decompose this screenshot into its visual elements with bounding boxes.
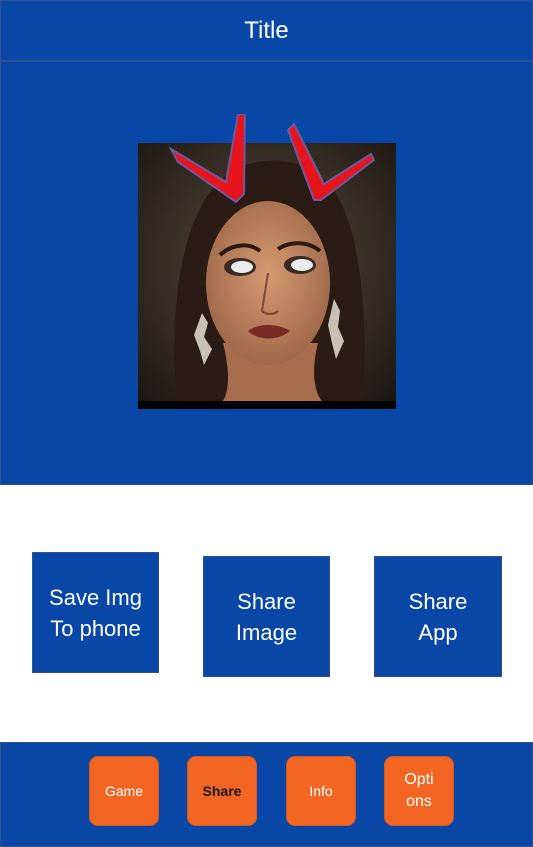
nav-info-label: Info: [309, 783, 333, 799]
page-title: Title: [244, 16, 289, 44]
bottom-nav: Game Share Info Opti ons: [0, 742, 533, 847]
share-app-label: Share App: [408, 588, 468, 645]
nav-info-button[interactable]: Info: [287, 757, 355, 825]
nav-share-button[interactable]: Share: [188, 757, 256, 825]
image-canvas: [0, 61, 533, 485]
devil-horns-sticker[interactable]: [166, 114, 386, 209]
app-header: Title: [0, 0, 533, 61]
share-image-label: Share Image: [235, 588, 298, 645]
nav-options-label: Opti ons: [404, 771, 434, 810]
save-image-button[interactable]: Save Img To phone: [32, 552, 159, 673]
nav-share-label: Share: [202, 783, 242, 799]
nav-options-button[interactable]: Opti ons: [385, 757, 453, 825]
share-image-button[interactable]: Share Image: [203, 556, 330, 677]
save-image-label: Save Img To phone: [49, 584, 142, 641]
nav-game-label: Game: [104, 783, 144, 799]
share-app-button[interactable]: Share App: [374, 556, 502, 677]
nav-game-button[interactable]: Game: [90, 757, 158, 825]
